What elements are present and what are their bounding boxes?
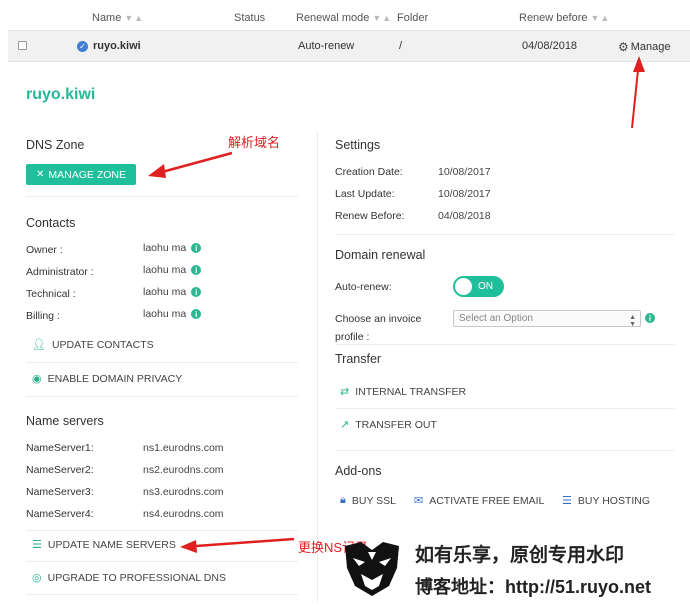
divider <box>335 408 675 409</box>
divider <box>335 450 675 451</box>
column-divider <box>317 132 318 602</box>
domain-name[interactable]: ruyo.kiwi <box>93 40 141 52</box>
upgrade-professional-dns-button[interactable]: ◎ UPGRADE TO PROFESSIONAL DNS <box>32 571 226 585</box>
divider <box>335 234 675 235</box>
contact-technical-label: Technical : <box>26 288 76 300</box>
settings-title: Settings <box>335 138 381 152</box>
row-checkbox[interactable] <box>18 41 27 50</box>
column-renewal-mode[interactable]: Renewal mode ▼▲ <box>296 12 392 24</box>
nameserver2-label: NameServer2: <box>26 464 94 476</box>
contacts-title: Contacts <box>26 216 76 230</box>
caret-down-icon: ▲ ▼ <box>629 314 636 328</box>
contact-owner-label: Owner : <box>26 244 63 256</box>
transfer-out-button[interactable]: ↗ TRANSFER OUT <box>340 418 437 432</box>
auto-renew-toggle[interactable]: ON <box>453 276 504 297</box>
envelope-icon: ✉ <box>414 495 424 507</box>
info-icon[interactable]: i <box>191 309 202 319</box>
server-stack-icon: ☰ <box>562 495 572 507</box>
renew-before-label: Renew Before: <box>335 210 405 222</box>
activate-free-email-button[interactable]: ✉ ACTIVATE FREE EMAIL <box>414 494 544 508</box>
detail-title: ruyo.kiwi <box>26 86 96 103</box>
contact-owner-value: laohu ma i <box>143 242 202 254</box>
renew-before-detail-value: 04/08/2018 <box>438 210 491 222</box>
gear-icon: ⚙ <box>618 40 629 54</box>
globe-icon: ◎ <box>32 572 42 584</box>
nameserver3-label: NameServer3: <box>26 486 94 498</box>
nameserver4-label: NameServer4: <box>26 508 94 520</box>
verified-check-icon: ✓ <box>77 40 88 52</box>
divider <box>335 344 675 345</box>
server-icon: ☰ <box>32 539 42 551</box>
nameserver1-label: NameServer1: <box>26 442 94 454</box>
addons-title: Add-ons <box>335 464 382 478</box>
contact-technical-value: laohu ma i <box>143 286 202 298</box>
manage-zone-button[interactable]: ✕ MANAGE ZONE <box>26 164 136 185</box>
arrow-up-right-icon: ↗ <box>340 419 350 431</box>
tiger-logo-icon <box>345 542 399 596</box>
eye-slash-icon: ◉ <box>32 373 42 385</box>
table-row[interactable]: ✓ ruyo.kiwi Auto-renew / 04/08/2018 ⚙ Ma… <box>8 30 690 62</box>
shuffle-icon: ⇄ <box>340 386 350 398</box>
divider <box>26 594 298 595</box>
divider <box>26 530 298 531</box>
last-update-label: Last Update: <box>335 188 395 200</box>
divider <box>26 196 298 197</box>
creation-date-label: Creation Date: <box>335 166 403 178</box>
enable-domain-privacy-button[interactable]: ◉ ENABLE DOMAIN PRIVACY <box>32 372 182 386</box>
creation-date-value: 10/08/2017 <box>438 166 491 178</box>
invoice-profile-label-line2: profile : <box>335 331 370 343</box>
column-renew-before[interactable]: Renew before ▼▲ <box>519 12 610 24</box>
buy-ssl-button[interactable]: 🔒︎ BUY SSL <box>340 494 396 507</box>
watermark-line2: 博客地址：http://51.ruyo.net <box>415 577 652 597</box>
sort-arrows-icon[interactable]: ▼▲ <box>372 13 392 23</box>
nameserver4-value: ns4.eurodns.com <box>143 508 224 520</box>
divider <box>26 396 298 397</box>
sort-arrows-icon[interactable]: ▼▲ <box>124 13 144 23</box>
lock-icon: 🔒︎ <box>340 494 346 506</box>
invoice-profile-label: Choose an invoice <box>335 313 422 325</box>
table-header: Name ▼▲ Status Renewal mode ▼▲ Folder Rene… <box>0 0 690 28</box>
divider <box>26 362 298 363</box>
auto-renew-label: Auto-renew: <box>335 281 392 293</box>
contact-billing-value: laohu ma i <box>143 308 202 320</box>
update-contacts-button[interactable]: 👤︎ UPDATE CONTACTS <box>32 338 154 352</box>
column-name[interactable]: Name ▼▲ <box>92 12 144 24</box>
domain-cell[interactable]: ✓ ruyo.kiwi <box>77 40 141 52</box>
toggle-knob <box>455 278 472 295</box>
info-icon[interactable]: i <box>191 287 202 297</box>
invoice-profile-select[interactable]: Select an Option ▲ ▼ <box>453 310 641 328</box>
user-icon: 👤︎ <box>32 339 46 351</box>
sort-arrows-icon[interactable]: ▼▲ <box>591 13 611 23</box>
dns-zone-title: DNS Zone <box>26 138 85 152</box>
contact-billing-label: Billing : <box>26 310 60 322</box>
column-folder: Folder <box>397 12 429 24</box>
info-icon[interactable]: i <box>191 243 202 253</box>
contact-admin-value: laohu ma i <box>143 264 202 276</box>
nameserver3-value: ns3.eurodns.com <box>143 486 224 498</box>
divider <box>26 561 298 562</box>
info-icon[interactable]: i <box>191 265 202 275</box>
last-update-value: 10/08/2017 <box>438 188 491 200</box>
nameserver1-value: ns1.eurodns.com <box>143 442 224 454</box>
manage-link[interactable]: ⚙ Manage <box>618 40 671 54</box>
renew-before-value: 04/08/2018 <box>522 40 578 52</box>
update-name-servers-button[interactable]: ☰ UPDATE NAME SERVERS <box>32 538 176 552</box>
internal-transfer-button[interactable]: ⇄ INTERNAL TRANSFER <box>340 385 466 399</box>
column-status: Status <box>234 12 266 24</box>
buy-hosting-button[interactable]: ☰ BUY HOSTING <box>562 494 650 508</box>
info-icon[interactable]: i <box>645 313 655 323</box>
name-servers-title: Name servers <box>26 414 104 428</box>
renewal-mode-value: Auto-renew <box>298 40 355 52</box>
folder-value: / <box>399 40 403 52</box>
nameserver2-value: ns2.eurodns.com <box>143 464 224 476</box>
tools-icon: ✕ <box>36 169 45 180</box>
domain-renewal-title: Domain renewal <box>335 248 426 262</box>
contact-admin-label: Administrator : <box>26 266 94 278</box>
watermark-line1: 如有乐享，原创专用水印 <box>415 545 625 566</box>
annotation-dns: 解析域名 <box>228 135 281 150</box>
transfer-title: Transfer <box>335 352 382 366</box>
